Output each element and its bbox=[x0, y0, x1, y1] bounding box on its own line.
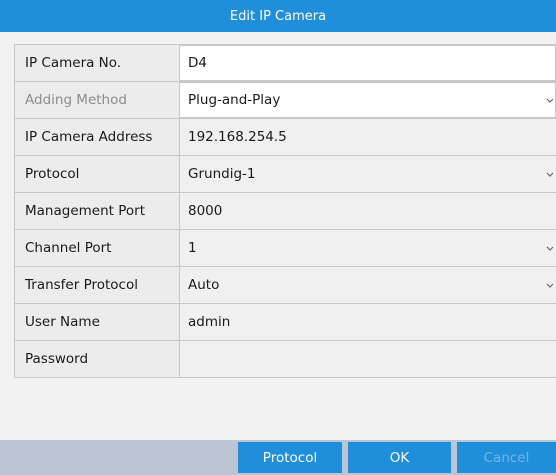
ok-button[interactable]: OK bbox=[348, 442, 451, 473]
dialog-title: Edit IP Camera bbox=[229, 8, 327, 24]
field-row-camera-no: IP Camera No. D4 bbox=[14, 45, 556, 82]
field-row-transfer-protocol: Transfer Protocol Auto bbox=[14, 267, 556, 304]
chevron-down-icon[interactable] bbox=[545, 280, 555, 290]
ip-address-label: IP Camera Address bbox=[14, 119, 180, 155]
field-row-adding-method: Adding Method Plug-and-Play bbox=[14, 82, 556, 119]
channel-port-select[interactable]: 1 bbox=[180, 230, 556, 266]
protocol-label: Protocol bbox=[14, 156, 180, 192]
field-row-password: Password bbox=[14, 341, 556, 378]
chevron-down-icon[interactable] bbox=[545, 243, 555, 253]
field-row-channel-port: Channel Port 1 bbox=[14, 230, 556, 267]
user-name-field[interactable]: admin bbox=[180, 304, 556, 340]
user-name-label: User Name bbox=[14, 304, 180, 340]
chevron-down-icon[interactable] bbox=[545, 169, 555, 179]
camera-no-field[interactable]: D4 bbox=[180, 45, 556, 81]
adding-method-label: Adding Method bbox=[14, 82, 180, 118]
cancel-button[interactable]: Cancel bbox=[457, 442, 556, 473]
management-port-field[interactable]: 8000 bbox=[180, 193, 556, 229]
password-field[interactable] bbox=[180, 341, 556, 377]
management-port-label: Management Port bbox=[14, 193, 180, 229]
channel-port-label: Channel Port bbox=[14, 230, 180, 266]
adding-method-select[interactable]: Plug-and-Play bbox=[180, 82, 556, 118]
password-label: Password bbox=[14, 341, 180, 377]
camera-settings-form: IP Camera No. D4 Adding Method Plug-and-… bbox=[14, 44, 556, 378]
transfer-protocol-label: Transfer Protocol bbox=[14, 267, 180, 303]
field-row-protocol: Protocol Grundig-1 bbox=[14, 156, 556, 193]
field-row-management-port: Management Port 8000 bbox=[14, 193, 556, 230]
transfer-protocol-select[interactable]: Auto bbox=[180, 267, 556, 303]
dialog-title-bar: Edit IP Camera bbox=[0, 0, 556, 32]
protocol-select[interactable]: Grundig-1 bbox=[180, 156, 556, 192]
edit-ip-camera-dialog: Edit IP Camera IP Camera No. D4 Adding M… bbox=[0, 0, 556, 475]
protocol-button[interactable]: Protocol bbox=[238, 442, 342, 473]
ip-address-field[interactable]: 192.168.254.5 bbox=[180, 119, 556, 155]
field-row-user-name: User Name admin bbox=[14, 304, 556, 341]
field-row-ip-address: IP Camera Address 192.168.254.5 bbox=[14, 119, 556, 156]
chevron-down-icon[interactable] bbox=[545, 95, 555, 105]
camera-no-label: IP Camera No. bbox=[14, 45, 180, 81]
